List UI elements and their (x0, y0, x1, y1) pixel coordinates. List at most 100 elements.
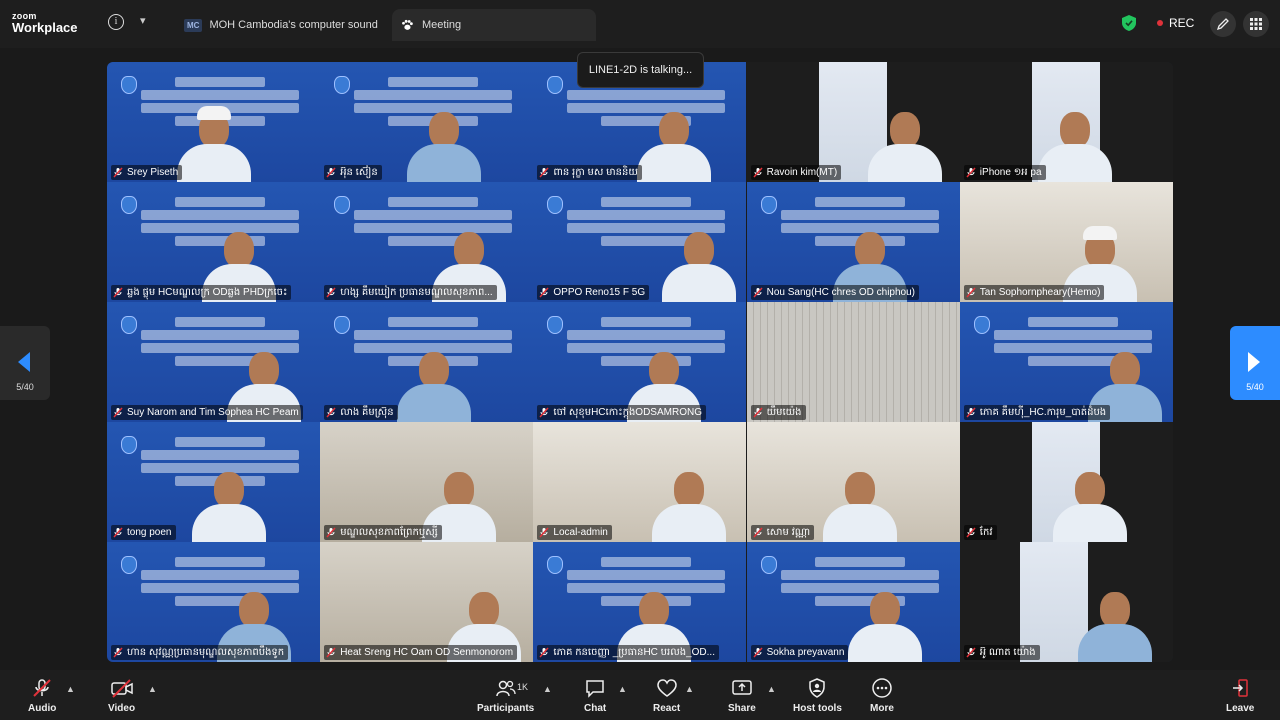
participant-tile[interactable]: Nou Sang(HC chres OD chiphou) (746, 182, 960, 302)
audio-options-caret-icon[interactable]: ▲ (66, 684, 75, 694)
participant-tile[interactable]: យឹមយ៉េង (746, 302, 960, 422)
meeting-toolbar: Audio ▲ Video ▲ Participants 1K ▲ Chat ▲… (0, 670, 1280, 720)
react-label: React (653, 703, 681, 714)
participants-options-caret-icon[interactable]: ▲ (543, 684, 552, 694)
participant-tile[interactable]: អ៊ូ ណាត យ៉ោង (959, 542, 1173, 662)
participant-tile[interactable]: ឆ្លង ផ្លុម HCមណ្ឌលក្រ ODឆ្លង PHDក្រចេះ (107, 182, 320, 302)
annotate-button[interactable] (1210, 11, 1236, 37)
participant-tile[interactable]: ហាន សុវណ្ណប្រធានមុណ្ឌលសុខភាពបឹងទូក (107, 542, 320, 662)
participant-figure (407, 112, 482, 182)
participant-name-tag: កែវ (963, 525, 997, 540)
participant-tile[interactable]: Tan Sophornpheary(Hemo) (959, 182, 1173, 302)
participant-figure (847, 592, 922, 662)
brand-big: Workplace (12, 20, 78, 35)
audio-label: Audio (28, 703, 57, 714)
participant-tile[interactable]: Suy Narom and Tim Sophea HC Peam (107, 302, 320, 422)
participant-name-tag: Heat Sreng HC Oam OD Senmonorom (324, 645, 518, 660)
participant-tile[interactable]: Ravoin kim(MT) (746, 62, 960, 182)
mic-muted-icon (113, 407, 123, 418)
leave-label: Leave (1226, 703, 1255, 714)
tab-shared-audio[interactable]: MC MOH Cambodia's computer sound (176, 9, 388, 41)
participant-tile[interactable]: Sokha preyavann (746, 542, 960, 662)
participant-name: ហង្ស គឹមឃៀក ប្រធានមណ្ឌលសុខភាព... (340, 287, 493, 298)
shield-icon[interactable] (1122, 15, 1136, 31)
participant-figure (637, 112, 712, 182)
participant-tile[interactable]: មណ្ឌលសុខភាពព្រែកឬស្សី (320, 422, 534, 542)
chat-button[interactable]: Chat (584, 676, 606, 714)
participant-name: ភោគ គឹមហ៊ី_HC.ការុម_បាត់ដំបង (979, 407, 1107, 418)
host-tools-label: Host tools (793, 703, 842, 714)
participant-tile[interactable]: Srey Piseth (107, 62, 320, 182)
mic-muted-icon (966, 167, 976, 178)
participant-name-tag: OPPO Reno15 F 5G (537, 285, 650, 300)
view-grid-button[interactable] (1243, 11, 1269, 37)
participant-name: OPPO Reno15 F 5G (553, 287, 646, 298)
video-feed (746, 302, 960, 422)
chevron-down-icon[interactable]: ▾ (140, 14, 146, 27)
participant-name-tag: អ៊ូ ណាត យ៉ោង (963, 645, 1040, 660)
mic-muted-icon (539, 287, 549, 298)
participant-tile[interactable]: អ៊ុន ស៊ៀន (320, 62, 534, 182)
participant-figure (822, 472, 897, 542)
participant-figure (192, 472, 266, 542)
participant-tile[interactable]: ភោគ កនចេញ្ញា _ប្រធានHC បរលង_OD... (533, 542, 747, 662)
share-options-caret-icon[interactable]: ▲ (767, 684, 776, 694)
pencil-icon (1216, 18, 1229, 31)
participant-tile[interactable]: ចៅ សុខុមHCកោះក្ដុងODSAMRONG (533, 302, 747, 422)
participant-tile[interactable]: Local-admin (533, 422, 747, 542)
paw-icon (402, 19, 413, 30)
participant-name: Sokha preyavann (766, 647, 845, 658)
participant-tile[interactable]: កែវ (959, 422, 1173, 542)
participant-tile[interactable]: លាង គឹមស្រ៊ុន (320, 302, 534, 422)
participants-label: Participants (477, 703, 535, 714)
participants-count: 1K (517, 682, 529, 692)
share-button[interactable]: Share (728, 676, 756, 714)
participant-figure (652, 472, 727, 542)
tab-meeting[interactable]: Meeting (392, 9, 596, 41)
participant-name: អ៊ុន ស៊ៀន (340, 167, 378, 178)
participant-name: អ៊ូ ណាត យ៉ោង (979, 647, 1036, 658)
participant-figure (177, 106, 251, 182)
participant-tile[interactable]: ហង្ស គឹមឃៀក ប្រធានមណ្ឌលសុខភាព... (320, 182, 534, 302)
participant-name-tag: លាង គឹមស្រ៊ុន (324, 405, 398, 420)
react-options-caret-icon[interactable]: ▲ (685, 684, 694, 694)
participant-tile[interactable]: OPPO Reno15 F 5G (533, 182, 747, 302)
mic-muted-icon (966, 407, 976, 418)
mic-muted-icon (113, 167, 123, 178)
participant-name: Nou Sang(HC chres OD chiphou) (766, 287, 915, 298)
mic-muted-icon (113, 527, 123, 538)
zoom-logo: zoom Workplace (12, 12, 78, 35)
audio-button[interactable]: Audio (28, 676, 56, 714)
participant-name-tag: ឆ្លង ផ្លុម HCមណ្ឌលក្រ ODឆ្លង PHDក្រចេះ (111, 285, 292, 300)
mic-muted-icon (113, 647, 123, 658)
chat-options-caret-icon[interactable]: ▲ (618, 684, 627, 694)
participant-tile[interactable]: ភោគ គឹមហ៊ី_HC.ការុម_បាត់ដំបង (959, 302, 1173, 422)
participant-name: មណ្ឌលសុខភាពព្រែកឬស្សី (340, 527, 438, 538)
host-tools-button[interactable]: Host tools (793, 676, 842, 714)
video-gallery: Srey Piseth អ៊ុន ស៊ៀន ពាន រុក្ខា មស មាននិយ… (107, 62, 1173, 662)
next-page-button[interactable]: 5/40 (1230, 326, 1280, 400)
more-button[interactable]: More (870, 676, 894, 714)
host-shield-icon (809, 678, 826, 698)
leave-button[interactable]: Leave (1226, 676, 1254, 714)
video-options-caret-icon[interactable]: ▲ (148, 684, 157, 694)
participant-name-tag: Nou Sang(HC chres OD chiphou) (750, 285, 919, 300)
video-button[interactable]: Video (108, 676, 135, 714)
grid-icon (1250, 18, 1262, 30)
info-icon[interactable]: i (108, 14, 124, 30)
participant-name-tag: ហង្ស គឹមឃៀក ប្រធានមណ្ឌលសុខភាព... (324, 285, 497, 300)
participant-tile[interactable]: tong poen (107, 422, 320, 542)
mic-muted-icon (753, 167, 763, 178)
participant-tile[interactable]: iPhone ១អ pa (959, 62, 1173, 182)
participant-name-tag: Ravoin kim(MT) (750, 165, 842, 180)
participant-tile[interactable]: Heat Sreng HC Oam OD Senmonorom (320, 542, 534, 662)
arrow-right-icon (1248, 352, 1260, 372)
recording-indicator[interactable]: REC (1157, 16, 1194, 30)
react-button[interactable]: React (653, 676, 680, 714)
mic-muted-icon (753, 647, 763, 658)
chat-icon (586, 680, 604, 698)
participant-tile[interactable]: សោម វណ្ណា (746, 422, 960, 542)
participant-name: សោម វណ្ណា (766, 527, 811, 538)
previous-page-button[interactable]: 5/40 (0, 326, 50, 400)
top-bar: zoom Workplace i ▾ MC MOH Cambodia's com… (0, 0, 1280, 48)
